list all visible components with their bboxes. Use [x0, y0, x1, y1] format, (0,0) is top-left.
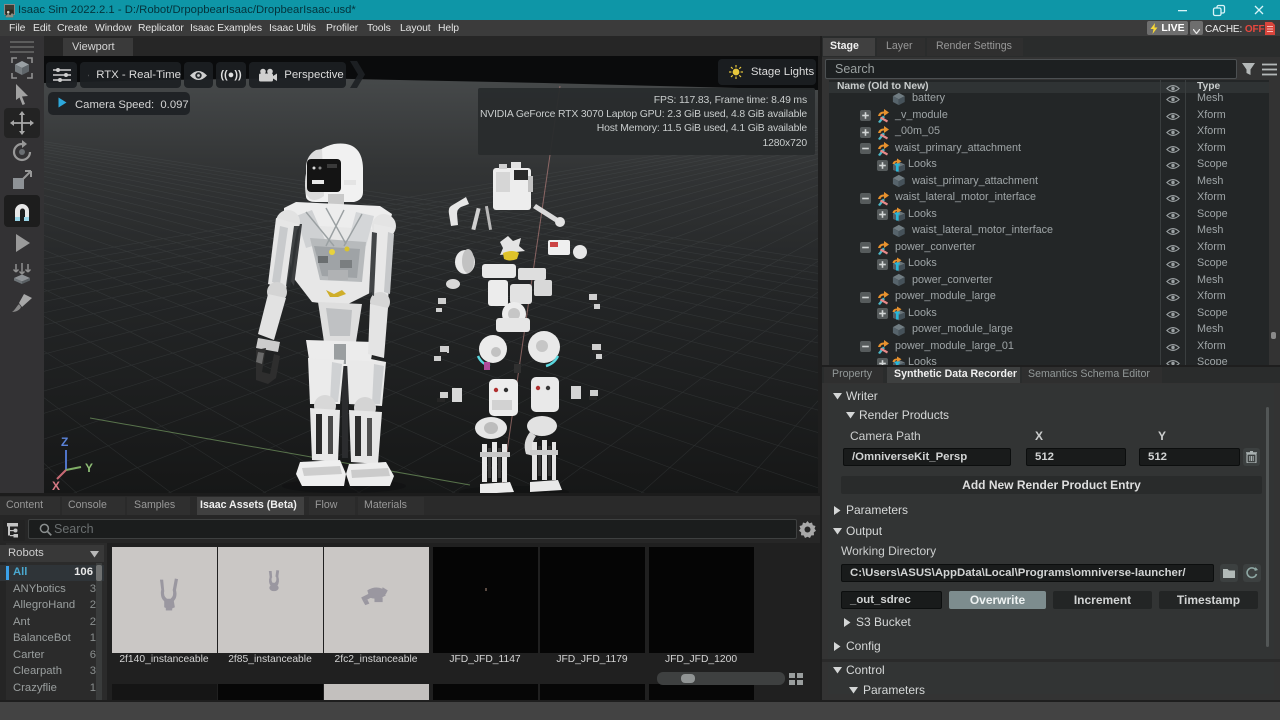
svg-text:X: X — [52, 479, 60, 493]
svg-text:Z: Z — [61, 435, 68, 449]
svg-text:Y: Y — [85, 461, 93, 475]
